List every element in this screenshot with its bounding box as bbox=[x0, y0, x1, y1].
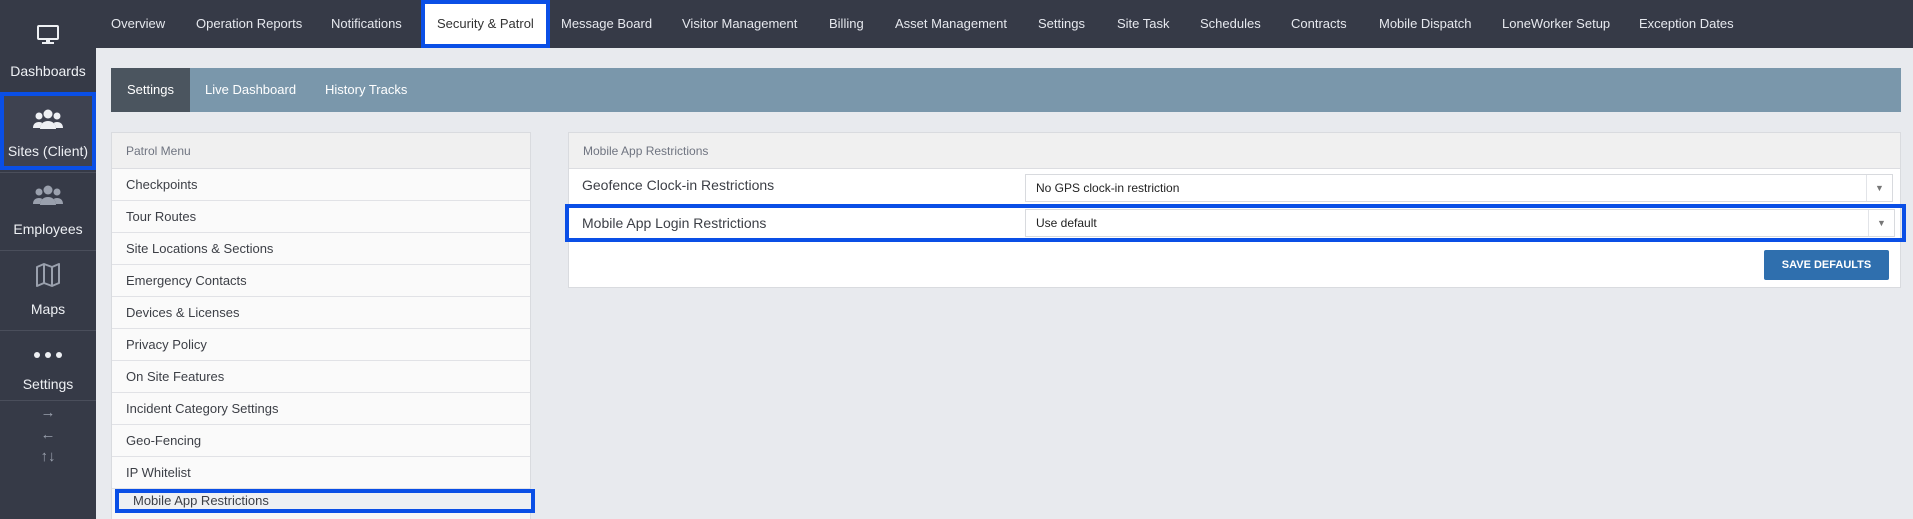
subtab-live-dashboard[interactable]: Live Dashboard bbox=[205, 68, 296, 112]
divider bbox=[0, 330, 96, 331]
geofence-row: Geofence Clock-in Restrictions No GPS cl… bbox=[569, 170, 1902, 204]
menu-item-ip-whitelist[interactable]: IP Whitelist bbox=[112, 457, 530, 489]
login-restrictions-row: Mobile App Login Restrictions Use defaul… bbox=[565, 204, 1906, 242]
sidebar-collapse-controls[interactable]: → ← ↑↓ bbox=[0, 402, 96, 468]
tab-asset-management[interactable]: Asset Management bbox=[895, 0, 1007, 48]
subtab-history-tracks[interactable]: History Tracks bbox=[325, 68, 407, 112]
menu-item-privacy-policy[interactable]: Privacy Policy bbox=[112, 329, 530, 361]
menu-item-incident-category-settings[interactable]: Incident Category Settings bbox=[112, 393, 530, 425]
tab-billing[interactable]: Billing bbox=[829, 0, 864, 48]
menu-item-checkpoints[interactable]: Checkpoints bbox=[112, 169, 530, 201]
sidebar-item-dashboards[interactable]: Dashboards bbox=[0, 24, 96, 88]
sidebar-item-settings[interactable]: Settings bbox=[0, 346, 96, 396]
patrol-menu: Patrol Menu Checkpoints Tour Routes Site… bbox=[111, 132, 535, 519]
patrol-menu-title: Patrol Menu bbox=[112, 133, 530, 169]
sub-tab-bar: Settings Live Dashboard History Tracks bbox=[111, 68, 1901, 112]
tab-loneworker-setup[interactable]: LoneWorker Setup bbox=[1502, 0, 1610, 48]
tab-visitor-management[interactable]: Visitor Management bbox=[682, 0, 797, 48]
sidebar-item-label: Sites (Client) bbox=[7, 143, 89, 159]
menu-item-on-site-features[interactable]: On Site Features bbox=[112, 361, 530, 393]
tab-schedules[interactable]: Schedules bbox=[1200, 0, 1261, 48]
restrictions-panel: Mobile App Restrictions Geofence Clock-i… bbox=[565, 132, 1906, 288]
sidebar-item-label: Maps bbox=[30, 301, 66, 317]
top-navigation: Overview Operation Reports Notifications… bbox=[96, 0, 1913, 48]
arrow-right-icon[interactable]: → bbox=[0, 402, 96, 424]
login-restrictions-select[interactable]: Use default ▼ bbox=[1025, 209, 1895, 237]
users-group-icon bbox=[4, 108, 92, 135]
tab-message-board[interactable]: Message Board bbox=[561, 0, 652, 48]
monitor-icon bbox=[0, 24, 96, 51]
divider bbox=[0, 172, 96, 173]
field-label: Mobile App Login Restrictions bbox=[582, 215, 767, 231]
menu-item-mobile-app-restrictions[interactable]: Mobile App Restrictions bbox=[115, 489, 535, 513]
select-value: No GPS clock-in restriction bbox=[1036, 181, 1180, 195]
subtab-settings[interactable]: Settings bbox=[111, 68, 190, 112]
left-sidebar: Dashboards Sites (Client) Employees Maps… bbox=[0, 0, 96, 519]
sidebar-item-label: Dashboards bbox=[10, 63, 86, 79]
save-defaults-button[interactable]: SAVE DEFAULTS bbox=[1764, 250, 1889, 280]
tab-security-patrol[interactable]: Security & Patrol bbox=[421, 0, 550, 48]
tab-notifications[interactable]: Notifications bbox=[331, 0, 402, 48]
sidebar-item-label: Employees bbox=[13, 221, 83, 237]
tab-overview[interactable]: Overview bbox=[111, 0, 165, 48]
menu-item-devices-licenses[interactable]: Devices & Licenses bbox=[112, 297, 530, 329]
chevron-down-icon[interactable]: ▼ bbox=[1868, 210, 1894, 236]
divider bbox=[0, 250, 96, 251]
sidebar-item-maps[interactable]: Maps bbox=[0, 262, 96, 326]
panel-title: Mobile App Restrictions bbox=[569, 133, 1900, 169]
sidebar-item-label: Settings bbox=[22, 376, 74, 392]
menu-item-emergency-contacts[interactable]: Emergency Contacts bbox=[112, 265, 530, 297]
menu-item-geo-fencing[interactable]: Geo-Fencing bbox=[112, 425, 530, 457]
tab-settings[interactable]: Settings bbox=[1038, 0, 1085, 48]
menu-item-tour-routes[interactable]: Tour Routes bbox=[112, 201, 530, 233]
field-label: Geofence Clock-in Restrictions bbox=[582, 177, 775, 193]
sidebar-item-sites-client[interactable]: Sites (Client) bbox=[0, 92, 96, 170]
tab-contracts[interactable]: Contracts bbox=[1291, 0, 1347, 48]
tab-mobile-dispatch[interactable]: Mobile Dispatch bbox=[1379, 0, 1472, 48]
map-icon bbox=[0, 262, 96, 293]
menu-item-site-locations[interactable]: Site Locations & Sections bbox=[112, 233, 530, 265]
chevron-down-icon[interactable]: ▼ bbox=[1866, 175, 1892, 201]
select-value: Use default bbox=[1036, 216, 1097, 230]
tab-exception-dates[interactable]: Exception Dates bbox=[1639, 0, 1734, 48]
divider bbox=[0, 400, 96, 401]
tab-site-task[interactable]: Site Task bbox=[1117, 0, 1170, 48]
users-group-icon bbox=[0, 184, 96, 211]
arrow-swap-icon[interactable]: ↑↓ bbox=[0, 446, 96, 468]
sidebar-item-employees[interactable]: Employees bbox=[0, 184, 96, 248]
tab-operation-reports[interactable]: Operation Reports bbox=[196, 0, 302, 48]
ellipsis-icon bbox=[0, 346, 96, 364]
geofence-select[interactable]: No GPS clock-in restriction ▼ bbox=[1025, 174, 1893, 202]
arrow-left-icon[interactable]: ← bbox=[0, 424, 96, 446]
